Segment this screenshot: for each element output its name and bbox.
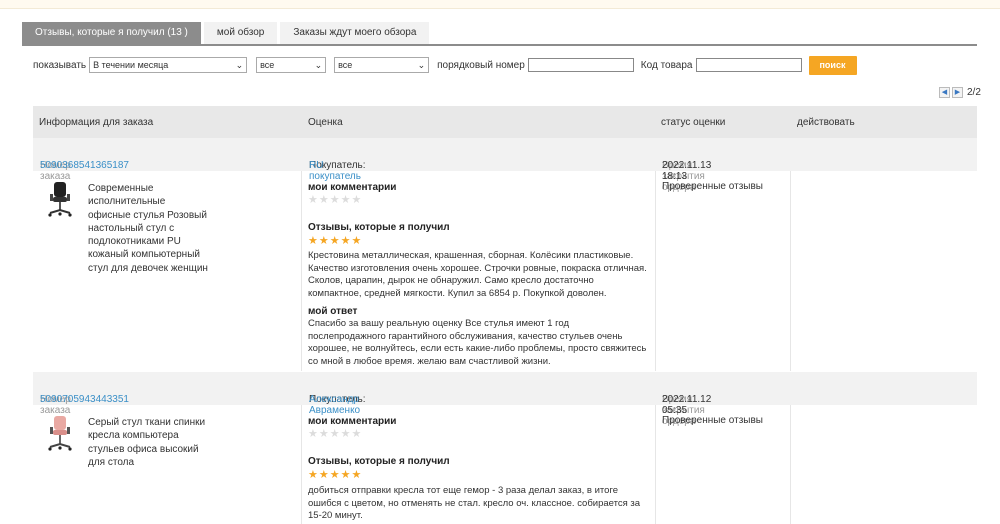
close-time-value: 2022.11.13 18:13	[662, 160, 712, 182]
chevron-down-icon: ⌄	[417, 60, 426, 70]
product-code-input[interactable]	[695, 58, 802, 72]
buyer-name-link[interactable]: Александр Авраменко	[309, 394, 360, 416]
my-rating-stars: ★★★★★	[308, 194, 363, 206]
order-header-row: Номер заказа 5090705943443351 Покупатель…	[33, 372, 977, 427]
product-image-pink-chair[interactable]	[45, 414, 75, 454]
order-header-row: Номер заказа 5090368541365187 Покупатель…	[33, 138, 977, 193]
order-number-label: порядковый номер	[437, 59, 525, 71]
tab-received-reviews[interactable]: Отзывы, которые я получил (13 )	[22, 22, 201, 44]
header-order-info: Информация для заказа	[39, 117, 154, 128]
received-review-title: Отзывы, которые я получил	[308, 222, 450, 233]
show-label: показывать	[33, 59, 87, 71]
header-action: действовать	[797, 117, 855, 128]
chevron-down-icon: ⌄	[235, 60, 244, 70]
received-rating-stars: ★★★★★	[308, 235, 363, 247]
chevron-down-icon: ⌄	[314, 60, 323, 70]
next-page-icon[interactable]: ▶	[952, 87, 963, 98]
order-number-link[interactable]: 5090368541365187	[40, 160, 129, 171]
column-divider	[655, 171, 656, 371]
received-rating-stars: ★★★★★	[308, 469, 363, 481]
tab-underline	[22, 44, 977, 46]
my-comments-title: мои комментарии	[308, 182, 397, 193]
product-name-link[interactable]: Серый стул ткани спинки кресла компьютер…	[88, 416, 210, 469]
column-divider	[790, 405, 791, 524]
order-number-input[interactable]	[527, 58, 634, 72]
my-reply-title: мой ответ	[308, 306, 358, 317]
product-code-label: Код товара	[640, 59, 693, 71]
header-status: статус оценки	[661, 117, 726, 128]
period-select-value: В течении месяца	[93, 60, 169, 70]
filter-select-3[interactable]: все ⌄	[334, 57, 430, 73]
product-name-link[interactable]: Современные исполнительные офисные стуль…	[88, 182, 210, 275]
filter-select-2[interactable]: все ⌄	[256, 57, 327, 73]
column-divider	[655, 405, 656, 524]
filter-select-3-value: все	[338, 60, 353, 70]
review-status: Проверенные отзывы	[662, 181, 763, 192]
buyer-name-link[interactable]: RU покупатель	[309, 160, 361, 182]
review-tabs: Отзывы, которые я получил (13 ) мой обзо…	[22, 22, 432, 44]
received-review-text: добиться отправки кресла тот еще гемор -…	[308, 485, 641, 522]
tab-awaiting-review[interactable]: Заказы ждут моего обзора	[280, 22, 430, 44]
table-header: Информация для заказа Оценка статус оцен…	[33, 106, 977, 138]
review-status: Проверенные отзывы	[662, 415, 763, 426]
filter-bar: показывать В течении месяца ⌄ все ⌄ все …	[33, 55, 857, 75]
column-divider	[301, 171, 302, 371]
search-button[interactable]: поиск	[808, 55, 857, 75]
my-reply-text: Спасибо за вашу реальную оценку Все стул…	[308, 318, 647, 367]
column-divider	[301, 405, 302, 524]
pager: ◀ ▶ 2/2	[939, 87, 981, 98]
page-indicator: 2/2	[967, 87, 981, 98]
tab-my-review[interactable]: мой обзор	[203, 22, 278, 44]
prev-page-icon[interactable]: ◀	[939, 87, 950, 98]
order-number-link[interactable]: 5090705943443351	[40, 394, 129, 405]
close-time-value: 2022.11.12 05:35	[662, 394, 712, 416]
filter-select-2-value: все	[260, 60, 275, 70]
header-rating: Оценка	[308, 117, 343, 128]
top-notice-strip	[0, 0, 1000, 9]
my-comments-title: мои комментарии	[308, 416, 397, 427]
received-review-text: Крестовина металлическая, крашенная, сбо…	[308, 250, 647, 299]
product-image-black-chair[interactable]	[45, 180, 75, 220]
my-rating-stars: ★★★★★	[308, 428, 363, 440]
period-select[interactable]: В течении месяца ⌄	[89, 57, 248, 73]
received-review-title: Отзывы, которые я получил	[308, 456, 450, 467]
column-divider	[790, 171, 791, 371]
